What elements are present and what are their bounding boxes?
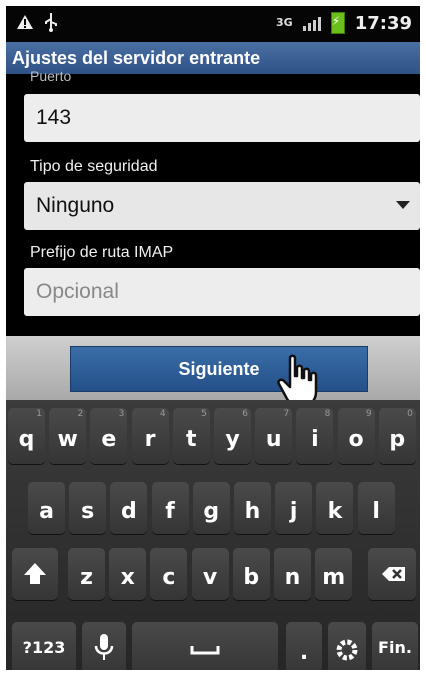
key-r[interactable]: 4r	[131, 408, 169, 464]
space-bar-icon	[190, 646, 220, 655]
key-e[interactable]: 3e	[90, 408, 128, 464]
key-label: d	[121, 499, 137, 524]
security-type-select[interactable]: Ninguno	[24, 182, 420, 230]
key-label: v	[202, 565, 218, 590]
key-label: s	[81, 499, 95, 524]
warning-icon	[16, 14, 34, 35]
key-y[interactable]: 6y	[214, 408, 251, 464]
key-z[interactable]: z	[68, 548, 105, 600]
key-b[interactable]: b	[232, 548, 270, 600]
symbols-key[interactable]: ?123	[12, 622, 76, 670]
key-label: c	[162, 565, 176, 590]
key-label: k	[327, 499, 343, 524]
key-v[interactable]: v	[191, 548, 229, 600]
key-label: m	[322, 565, 346, 590]
network-type-label: 3G	[276, 16, 293, 29]
shift-key[interactable]	[12, 548, 58, 600]
imap-prefix-field[interactable]: Opcional	[24, 268, 420, 316]
key-label: n	[284, 565, 301, 590]
imap-prefix-label: Prefijo de ruta IMAP	[30, 244, 174, 261]
security-type-label: Tipo de seguridad	[30, 158, 158, 175]
key-n[interactable]: n	[274, 548, 311, 600]
chevron-down-icon	[396, 201, 410, 209]
key-i[interactable]: 8i	[296, 408, 334, 464]
key-w[interactable]: 2w	[49, 408, 87, 464]
port-field[interactable]: 143	[24, 94, 420, 142]
key-o[interactable]: 9o	[337, 408, 375, 464]
key-number-hint: 9	[365, 409, 372, 419]
backspace-icon	[382, 567, 405, 581]
space-key[interactable]	[132, 622, 278, 670]
status-bar: 3G 17:39	[6, 6, 420, 42]
key-m[interactable]: m	[315, 548, 353, 600]
soft-keyboard: ?123 . Fin. 1q2w3e4r5t6y7u8i9o0p a s d f gh j k…	[6, 400, 420, 670]
key-g[interactable]: g	[192, 482, 230, 534]
key-p[interactable]: 0p	[378, 408, 416, 464]
button-bar: Siguiente	[6, 336, 420, 400]
key-label: h	[244, 499, 261, 524]
key-label: z	[80, 565, 93, 590]
server-settings-form: Puerto 143 Tipo de seguridad Ninguno Pre…	[6, 68, 420, 336]
key-u[interactable]: 7u	[255, 408, 293, 464]
key-number-hint: 6	[242, 409, 248, 419]
battery-icon	[330, 12, 345, 34]
signal-icon	[302, 15, 321, 31]
period-key[interactable]: .	[286, 622, 322, 670]
key-number-hint: 3	[118, 409, 125, 419]
key-number-hint: 5	[201, 409, 207, 419]
microphone-key[interactable]	[82, 622, 126, 670]
done-key[interactable]: Fin.	[372, 622, 418, 670]
key-label: b	[243, 565, 260, 590]
key-number-hint: 7	[283, 409, 290, 419]
key-number-hint: 8	[324, 409, 331, 419]
settings-key[interactable]	[328, 622, 366, 670]
key-t[interactable]: 5t	[172, 408, 210, 464]
key-label: a	[39, 499, 54, 524]
key-label: l	[372, 499, 380, 524]
key-label: f	[165, 499, 175, 524]
backspace-key[interactable]	[368, 548, 416, 600]
key-a[interactable]: a	[28, 482, 65, 534]
key-x[interactable]: x	[109, 548, 147, 600]
key-q[interactable]: 1q	[8, 408, 45, 464]
key-label: g	[203, 499, 220, 524]
clock: 17:39	[354, 12, 412, 34]
key-label: x	[120, 565, 135, 590]
key-number-hint: 1	[36, 409, 42, 419]
security-type-value: Ninguno	[36, 194, 115, 217]
phone-screen: 3G 17:39 Ajustes del servidor entrante P…	[6, 6, 420, 670]
key-k[interactable]: k	[316, 482, 354, 534]
shift-arrow-icon	[24, 563, 46, 584]
port-label: Puerto	[30, 68, 72, 84]
key-d[interactable]: d	[110, 482, 148, 534]
usb-icon	[44, 12, 58, 37]
key-number-hint: 0	[407, 409, 413, 419]
gear-icon	[336, 639, 358, 661]
key-j[interactable]: j	[275, 482, 313, 534]
key-l[interactable]: l	[357, 482, 395, 534]
key-number-hint: 4	[159, 409, 166, 419]
key-s[interactable]: s	[69, 482, 107, 534]
key-label: j	[289, 499, 298, 524]
key-h[interactable]: h	[234, 482, 271, 534]
key-f[interactable]: f	[151, 482, 189, 534]
key-c[interactable]: c	[150, 548, 188, 600]
key-number-hint: 2	[77, 409, 84, 419]
microphone-icon	[94, 634, 114, 660]
